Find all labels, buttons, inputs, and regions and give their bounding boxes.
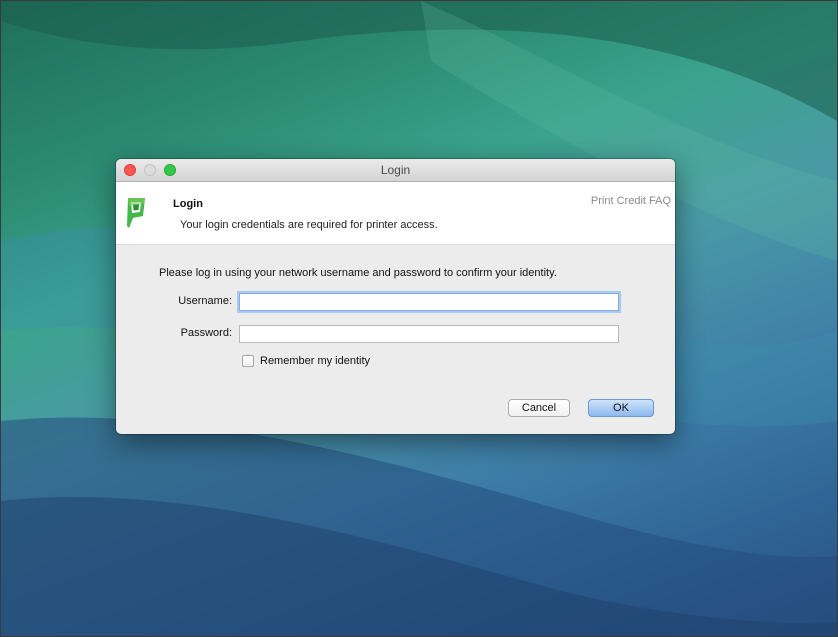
login-dialog: Login Login Your login credentials are r… xyxy=(116,159,675,434)
instruction-text: Please log in using your network usernam… xyxy=(159,267,557,279)
dialog-body: Please log in using your network usernam… xyxy=(116,245,675,434)
password-label: Password: xyxy=(180,327,232,339)
zoom-window-button[interactable] xyxy=(164,164,176,176)
username-label: Username: xyxy=(178,295,232,307)
dialog-header: Login Your login credentials are require… xyxy=(116,182,675,245)
password-input[interactable] xyxy=(239,325,619,343)
close-window-button[interactable] xyxy=(124,164,136,176)
papercut-logo-icon xyxy=(127,198,145,228)
window-title: Login xyxy=(380,163,411,177)
screen-frame: Login Login Your login credentials are r… xyxy=(0,0,838,637)
minimize-window-button[interactable] xyxy=(144,164,156,176)
ok-button[interactable]: OK xyxy=(588,399,654,417)
cancel-button[interactable]: Cancel xyxy=(508,399,570,417)
window-controls xyxy=(124,164,176,176)
username-input[interactable] xyxy=(239,293,619,311)
remember-identity-checkbox[interactable] xyxy=(242,355,254,367)
print-credit-faq-link[interactable]: Print Credit FAQ xyxy=(591,195,671,207)
remember-identity-option[interactable]: Remember my identity xyxy=(242,355,370,367)
remember-identity-label: Remember my identity xyxy=(260,355,371,367)
header-subtitle: Your login credentials are required for … xyxy=(180,219,438,231)
header-title: Login xyxy=(173,198,203,210)
title-bar[interactable]: Login xyxy=(116,159,675,182)
